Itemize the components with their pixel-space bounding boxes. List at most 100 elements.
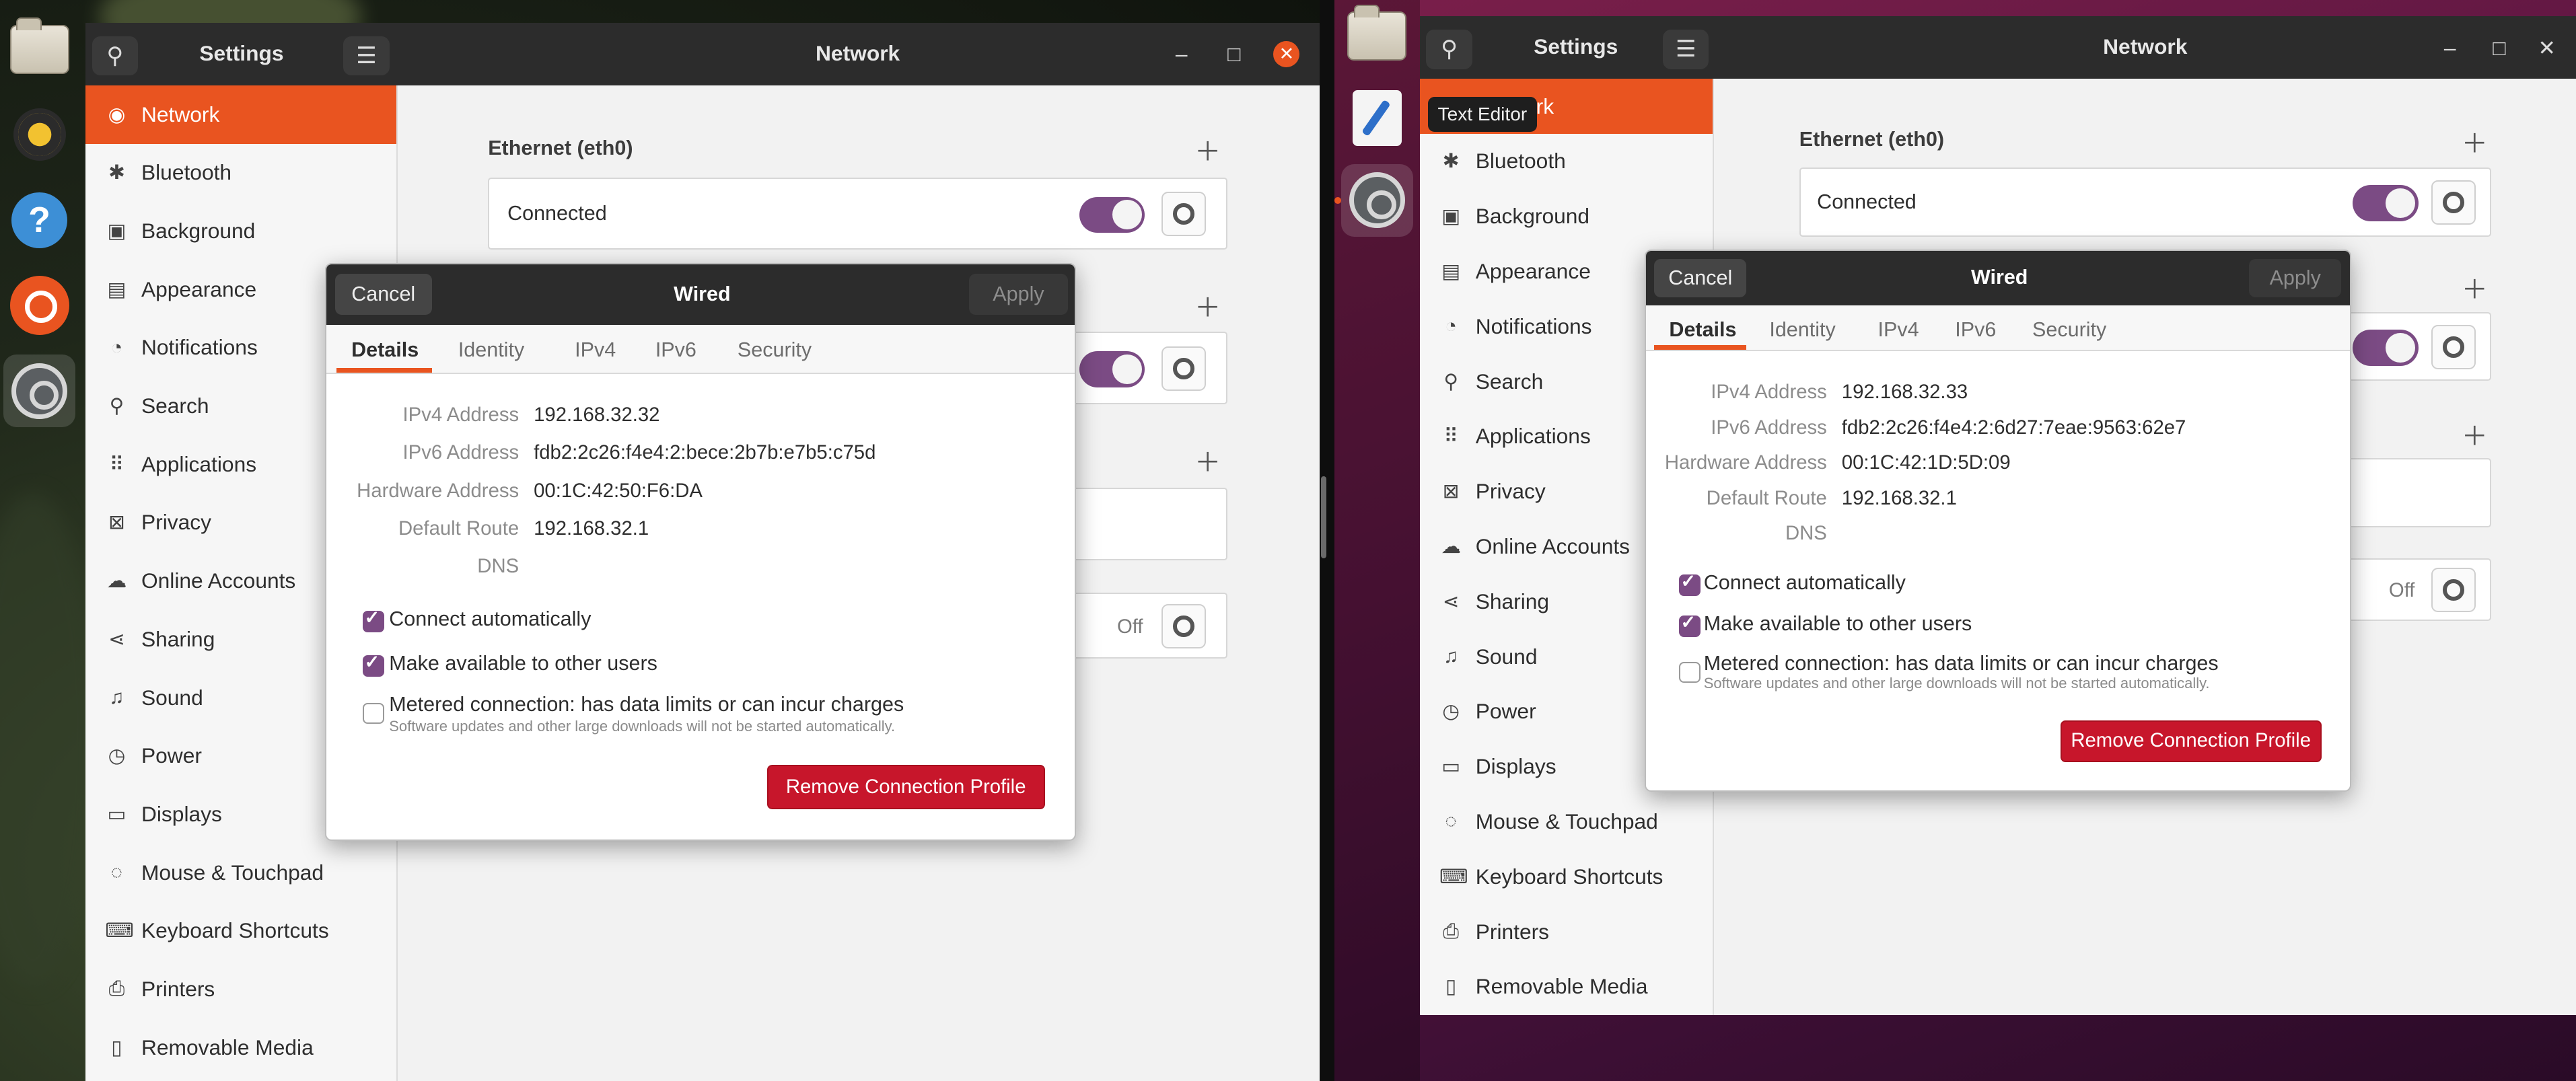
ethernet-toggle[interactable] [2353, 185, 2419, 222]
metered-checkbox[interactable] [363, 702, 384, 724]
sidebar-item-bluetooth[interactable]: ✱ Bluetooth [1420, 134, 1713, 189]
search-button[interactable]: ⚲ [92, 36, 139, 76]
tab-ipv4[interactable]: IPv4 [575, 338, 616, 362]
files-dock-item[interactable] [3, 13, 75, 85]
sidebar-item-background[interactable]: ▣ Background [1420, 189, 1713, 244]
sidebar-item-printers[interactable]: ⎙ Printers [85, 960, 396, 1018]
proxy-settings-button[interactable] [1161, 604, 1206, 649]
tab-security[interactable]: Security [738, 338, 812, 362]
sidebar-item-label: Bluetooth [1475, 149, 1566, 174]
search-button[interactable]: ⚲ [1426, 29, 1472, 69]
connection-status: Connected [507, 201, 607, 225]
tab-ipv6[interactable]: IPv6 [655, 338, 696, 362]
left-desktop: ? ⚲ Settings ☰ Network – □ ✕ ◉ Network ✱ Bl… [0, 0, 1320, 1081]
cancel-button[interactable]: Cancel [334, 274, 432, 315]
sidebar-item-network[interactable]: ◉ Network [85, 85, 396, 144]
settings-dock-item[interactable] [1334, 164, 1413, 237]
sidebar-item-label: Applications [141, 451, 257, 476]
detail-key-dns: DNS [1785, 522, 1827, 545]
apply-button[interactable]: Apply [2249, 259, 2342, 297]
sidebar-item-bluetooth[interactable]: ✱ Bluetooth [85, 144, 396, 202]
detail-key-hardware-address: Hardware Address [1664, 451, 1827, 474]
applications-icon: ⠿ [1443, 425, 1458, 448]
wired-dialog: Cancel Wired Apply Details Identity IPv4 IP… [325, 262, 1077, 842]
ethernet-settings-button[interactable] [2431, 180, 2476, 225]
tab-details[interactable]: Details [351, 338, 419, 362]
connect-automatically-label: Connect automatically [389, 607, 592, 631]
sidebar-item-background[interactable]: ▣ Background [85, 202, 396, 260]
sidebar-item-label: Search [141, 394, 209, 418]
files-dock-item[interactable] [1341, 0, 1413, 72]
connection-status: Connected [1817, 190, 1917, 213]
connect-automatically-checkbox[interactable] [363, 607, 384, 632]
available-users-checkbox[interactable] [363, 652, 384, 677]
displays-icon: ▭ [107, 803, 127, 825]
sidebar-item-removable-media[interactable]: ▯ Removable Media [1420, 959, 1713, 1014]
sidebar-item-printers[interactable]: ⎙ Printers [1420, 904, 1713, 959]
menu-button[interactable]: ☰ [1663, 29, 1709, 69]
close-button[interactable]: ✕ [2534, 36, 2560, 59]
remove-connection-profile-button[interactable]: Remove Connection Profile [766, 765, 1045, 810]
ethernet-toggle[interactable] [1079, 196, 1145, 233]
tab-details[interactable]: Details [1669, 318, 1736, 342]
sidebar-item-label: Removable Media [1475, 974, 1648, 999]
tab-security[interactable]: Security [2032, 318, 2106, 342]
sidebar-item-mouse-and-touchpad[interactable]: ◌ Mouse & Touchpad [85, 844, 396, 902]
help-dock-item[interactable]: ? [3, 184, 75, 256]
settings-dock-item[interactable] [3, 355, 76, 427]
right-desktop: ⚲ Settings ☰ Network – □ ✕ ◉Network✱Blue… [1334, 0, 2576, 1081]
sidebar-item-keyboard-shortcuts[interactable]: ⌨ Keyboard Shortcuts [85, 901, 396, 960]
detail-key-ipv6-address: IPv6 Address [1711, 416, 1827, 439]
sidebar-item-label: Displays [141, 801, 222, 826]
divider-handle[interactable] [1321, 476, 1326, 559]
sidebar-item-removable-media[interactable]: ▯ Removable Media [85, 1018, 396, 1077]
menu-button[interactable]: ☰ [343, 36, 390, 76]
second-toggle[interactable] [2353, 330, 2419, 367]
search-icon: ⚲ [109, 395, 124, 418]
gear-icon [1172, 357, 1194, 379]
remove-connection-profile-button[interactable]: Remove Connection Profile [2060, 720, 2322, 762]
add-proxy-button[interactable]: ＋ [1194, 442, 1221, 480]
ubuntu-software-dock-item[interactable] [3, 269, 75, 341]
minimize-button[interactable]: – [2437, 36, 2463, 59]
sidebar-item-label: Power [141, 743, 202, 768]
sidebar-title: Settings [1534, 34, 1618, 59]
add-connection-button[interactable]: ＋ [1194, 131, 1221, 169]
metered-description: Software updates and other large downloa… [389, 717, 896, 735]
sidebar-item-label: Notifications [1475, 313, 1592, 338]
apply-button[interactable]: Apply [969, 274, 1068, 315]
power-icon: ◷ [1442, 700, 1460, 723]
sidebar-item-label: Printers [141, 976, 215, 1001]
detail-key-default-route: Default Route [1706, 486, 1827, 509]
metered-label: Metered connection: has data limits or c… [1703, 651, 2219, 675]
proxy-settings-button[interactable] [2431, 568, 2476, 613]
ethernet-settings-button[interactable] [1161, 192, 1206, 237]
cancel-button[interactable]: Cancel [1654, 259, 1747, 297]
sidebar-item-label: Privacy [141, 510, 212, 535]
metered-checkbox[interactable] [1679, 661, 1701, 683]
sidebar-item-keyboard-shortcuts[interactable]: ⌨ Keyboard Shortcuts [1420, 849, 1713, 904]
tab-ipv6[interactable]: IPv6 [1955, 318, 1996, 342]
second-settings-button[interactable] [1161, 346, 1206, 391]
add-connection-button[interactable]: ＋ [2462, 123, 2488, 161]
rhythmbox-dock-item[interactable] [3, 99, 75, 171]
maximize-button[interactable]: □ [1221, 42, 1247, 65]
text-editor-dock-item[interactable] [1341, 82, 1413, 154]
available-users-checkbox[interactable] [1679, 612, 1701, 637]
maximize-button[interactable]: □ [2486, 36, 2512, 59]
add-vpn-button[interactable]: ＋ [2462, 269, 2488, 307]
add-vpn-button[interactable]: ＋ [1194, 287, 1221, 325]
dialog-header: Cancel Wired Apply [1646, 251, 2351, 305]
add-proxy-button[interactable]: ＋ [2462, 416, 2488, 453]
connect-automatically-checkbox[interactable] [1679, 571, 1701, 596]
second-toggle[interactable] [1079, 351, 1145, 387]
sidebar-item-label: Online Accounts [1475, 533, 1631, 558]
tab-identity[interactable]: Identity [1769, 318, 1835, 342]
sidebar-item-label: Keyboard Shortcuts [1475, 864, 1663, 889]
tab-identity[interactable]: Identity [458, 338, 524, 362]
sharing-icon: ⋖ [108, 628, 125, 650]
minimize-button[interactable]: – [1168, 42, 1194, 65]
second-settings-button[interactable] [2431, 325, 2476, 369]
sidebar-item-mouse-and-touchpad[interactable]: ◌ Mouse & Touchpad [1420, 794, 1713, 850]
tab-ipv4[interactable]: IPv4 [1878, 318, 1919, 342]
